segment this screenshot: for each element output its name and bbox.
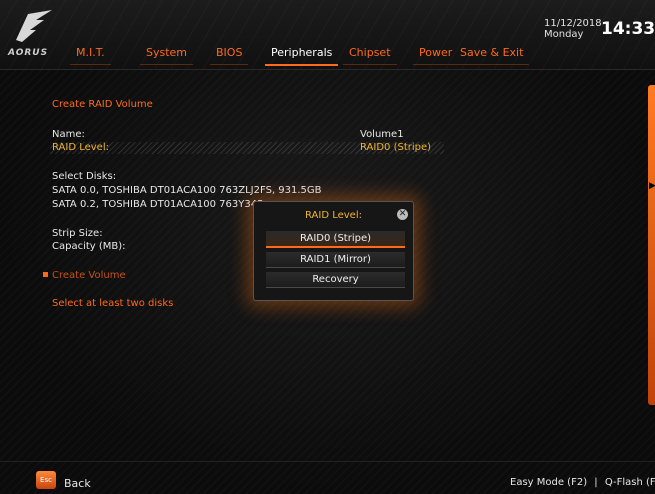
back-button[interactable]: Back xyxy=(64,477,91,490)
tab-save-exit[interactable]: Save & Exit xyxy=(454,46,530,65)
raid-option-recovery[interactable]: Recovery xyxy=(266,272,405,288)
tab-chipset[interactable]: Chipset xyxy=(343,46,397,65)
hint-text: Select at least two disks xyxy=(52,298,174,309)
header-divider xyxy=(0,69,655,70)
footer-divider xyxy=(0,461,655,462)
qflash-button[interactable]: Q-Flash (F8) xyxy=(605,477,655,488)
tab-peripherals[interactable]: Peripherals xyxy=(265,46,339,66)
raid-level-popup: RAID Level: ✕ RAID0 (Stripe) RAID1 (Mirr… xyxy=(253,201,414,301)
footer-shortcuts: Easy Mode (F2) | Q-Flash (F8) xyxy=(508,477,655,488)
capacity-label: Capacity (MB): xyxy=(52,241,126,252)
disk-item-0[interactable]: SATA 0.0, TOSHIBA DT01ACA100 763ZLJ2FS, … xyxy=(52,185,322,196)
day-value: Monday xyxy=(544,29,584,40)
disk-item-1[interactable]: SATA 0.2, TOSHIBA DT01ACA100 763Y345 xyxy=(52,199,263,210)
footer-separator: | xyxy=(594,477,598,488)
raid-level-value[interactable]: RAID0 (Stripe) xyxy=(360,142,431,153)
section-title: Create RAID Volume xyxy=(52,99,153,110)
clock: 14:33 xyxy=(601,19,655,39)
raid-option-raid1[interactable]: RAID1 (Mirror) xyxy=(266,252,405,268)
name-value[interactable]: Volume1 xyxy=(360,129,404,140)
popup-title: RAID Level: xyxy=(305,210,362,221)
aorus-eagle-logo xyxy=(16,10,52,42)
tab-bios[interactable]: BIOS xyxy=(210,46,249,65)
select-disks-label: Select Disks: xyxy=(52,171,117,182)
close-icon[interactable]: ✕ xyxy=(397,209,408,220)
tab-mit[interactable]: M.I.T. xyxy=(70,46,111,65)
tab-power[interactable]: Power xyxy=(413,46,459,65)
date-display: 11/12/2018 Monday xyxy=(544,18,602,40)
raid-level-label[interactable]: RAID Level: xyxy=(52,142,109,153)
tab-system[interactable]: System xyxy=(140,46,194,65)
easy-mode-button[interactable]: Easy Mode (F2) xyxy=(510,477,587,488)
esc-key-icon[interactable]: Esc xyxy=(36,471,56,489)
side-panel-handle[interactable] xyxy=(648,85,655,405)
strip-size-label: Strip Size: xyxy=(52,228,103,239)
name-label: Name: xyxy=(52,129,85,140)
bullet-icon xyxy=(43,272,48,277)
create-volume-button[interactable]: Create Volume xyxy=(52,270,126,281)
brand-name: AORUS xyxy=(8,48,49,58)
header-bar: AORUS M.I.T. System BIOS Peripherals Chi… xyxy=(0,0,655,70)
chevron-right-icon: ▶ xyxy=(649,181,655,191)
date-value: 11/12/2018 xyxy=(544,18,602,29)
raid-option-raid0[interactable]: RAID0 (Stripe) xyxy=(266,231,405,248)
